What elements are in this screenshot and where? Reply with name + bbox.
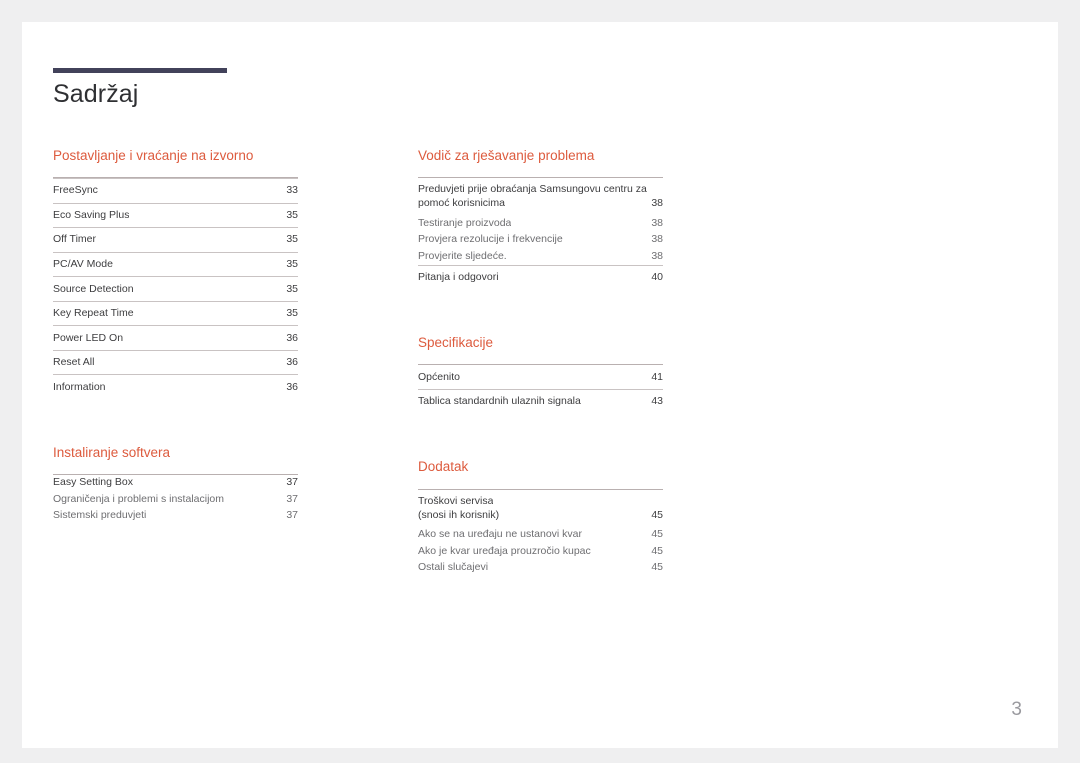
toc-entry-page: 45 [651, 560, 663, 573]
toc-entry-eco-saving-plus[interactable]: Eco Saving Plus 35 [53, 202, 298, 228]
toc-entry-page: 45 [651, 528, 663, 541]
toc-entry-page: 41 [651, 370, 663, 383]
toc-entry-page: 36 [286, 356, 298, 369]
toc-entry-label: Information [53, 380, 106, 393]
section-heading[interactable]: Instaliranje softvera [53, 445, 298, 464]
toc-entry-tablica-standardnih-ulaznih-signala[interactable]: Tablica standardnih ulaznih signala 43 [418, 388, 663, 414]
toc-entry-label: Pitanja i odgovori [418, 270, 499, 283]
toc-entry-label: Sistemski preduvjeti [53, 509, 147, 521]
toc-section-vodic-za-rjesavanje-problema: Vodič za rješavanje problema Preduvjeti p… [418, 148, 663, 289]
section-entry-list: Easy Setting Box 37 Ograničenja i problemi… [53, 474, 298, 524]
page-number: 3 [1011, 699, 1022, 720]
toc-section-specifikacije: Specifikacije Općenito 41 Tablica standardn… [418, 335, 663, 413]
toc-entry-page: 33 [286, 184, 298, 197]
section-entry-list: Preduvjeti prije obraćanja Samsungovu ce… [418, 177, 663, 289]
toc-entry-page: 37 [286, 492, 298, 505]
toc-entry-page: 38 [651, 197, 663, 210]
section-heading[interactable]: Vodič za rješavanje problema [418, 148, 663, 167]
toc-entry-label: Ostali slučajevi [418, 560, 489, 573]
toc-entry-label: Tablica standardnih ulaznih signala [418, 395, 581, 408]
toc-entry-ako-se-na-uredaju-ne-ustanovi-kvar[interactable]: Ako se na uređaju ne ustanovi kvar 45 [418, 527, 663, 543]
section-entry-list: Općenito 41 Tablica standardnih ulaznih si… [418, 364, 663, 413]
toc-entry-page: 37 [286, 509, 298, 521]
toc-entry-page: 37 [286, 476, 298, 489]
toc-entry-ostali-slucajevi[interactable]: Ostali slučajevi 45 [418, 560, 663, 576]
toc-entry-page: 38 [651, 249, 663, 262]
toc-entry-pomoc-korisnicima[interactable]: pomoć korisnicima 38 [418, 197, 663, 215]
toc-entry-page: 35 [286, 257, 298, 270]
toc-entry-label: Ako je kvar uređaja prouzročio kupac [418, 544, 591, 557]
toc-entry-source-detection[interactable]: Source Detection 35 [53, 276, 298, 301]
toc-entry-label: Power LED On [53, 331, 124, 344]
toc-entry-label: Provjera rezolucije i frekvencije [418, 233, 563, 246]
toc-entry-label: Easy Setting Box [53, 476, 133, 489]
toc-section-dodatak: Dodatak Troškovi servisa (snosi ih korisni… [418, 459, 663, 576]
masthead: Sadržaj [53, 68, 227, 107]
toc-entry-opcenito[interactable]: Općenito 41 [418, 365, 663, 389]
toc-entry-snosi-ih-korisnik[interactable]: (snosi ih korisnik) 45 [418, 509, 663, 527]
toc-entry-label: Reset All [53, 356, 95, 369]
toc-column-right: Vodič za rješavanje problema Preduvjeti p… [418, 148, 663, 576]
toc-entry-page: 35 [286, 307, 298, 320]
toc-entry-label: Ograničenja i problemi s instalacijom [53, 492, 224, 505]
section-heading[interactable]: Specifikacije [418, 335, 663, 354]
toc-entry-label: Off Timer [53, 233, 96, 246]
toc-entry-testiranje-proizvoda[interactable]: Testiranje proizvoda 38 [418, 216, 663, 232]
toc-entry-ako-je-kvar-uredaja-prouzrocio-kupac[interactable]: Ako je kvar uređaja prouzročio kupac 45 [418, 543, 663, 559]
toc-entry-label: pomoć korisnicima [418, 197, 505, 210]
section-entry-list: FreeSync 33 Eco Saving Plus 35 Off Timer 35 PC… [53, 177, 298, 399]
section-entry-list: Troškovi servisa (snosi ih korisnik) 45 Ako… [418, 488, 663, 576]
section-heading[interactable]: Postavljanje i vraćanje na izvorno [53, 148, 298, 167]
toc-entry-label: Key Repeat Time [53, 307, 134, 320]
document-page: Sadržaj Postavljanje i vraćanje na izvor… [22, 22, 1058, 748]
toc-entry-page: 40 [651, 270, 663, 283]
toc-entry-easy-setting-box[interactable]: Easy Setting Box 37 [53, 475, 298, 491]
title-rule [53, 68, 227, 73]
section-heading[interactable]: Dodatak [418, 459, 663, 478]
toc-entry-reset-all[interactable]: Reset All 36 [53, 349, 298, 375]
toc-entry-page: 35 [286, 233, 298, 246]
toc-entry-page: 35 [286, 208, 298, 221]
toc-entry-page: 36 [286, 380, 298, 393]
toc-entry-label: Troškovi servisa [418, 494, 494, 507]
toc-entry-page: 35 [286, 282, 298, 295]
toc-entry-provjerite-sljedece[interactable]: Provjerite sljedeće. 38 [418, 248, 663, 264]
toc-entry-label: Općenito [418, 370, 461, 383]
toc-entry-page: 38 [651, 233, 663, 246]
toc-entry-power-led-on[interactable]: Power LED On 36 [53, 325, 298, 350]
toc-entry-label: PC/AV Mode [53, 257, 113, 270]
toc-entry-page: 43 [651, 395, 663, 408]
toc-entry-preduvjeti-prije-obracanja-samsungovu-ce[interactable]: Preduvjeti prije obraćanja Samsungovu ce… [418, 178, 663, 197]
toc-entry-page: 45 [651, 508, 663, 521]
toc-entry-label: Source Detection [53, 282, 134, 295]
toc-entry-ogranicenja-i-problemi-s-instalacijom[interactable]: Ograničenja i problemi s instalacijom 37 [53, 491, 298, 507]
toc-entry-label: (snosi ih korisnik) [418, 508, 500, 521]
toc-entry-page: 36 [286, 331, 298, 344]
toc-entry-label: Ako se na uređaju ne ustanovi kvar [418, 528, 583, 541]
toc-entry-label: FreeSync [53, 184, 98, 197]
toc-entry-sistemski-preduvjeti[interactable]: Sistemski preduvjeti 37 [53, 508, 298, 524]
toc-entry-label: Provjerite sljedeće. [418, 249, 507, 262]
toc-entry-pitanja-i-odgovori[interactable]: Pitanja i odgovori 40 [418, 264, 663, 290]
toc-entry-page: 45 [651, 544, 663, 557]
toc-entry-freesync[interactable]: FreeSync 33 [53, 178, 298, 203]
toc-entry-key-repeat-time[interactable]: Key Repeat Time 35 [53, 300, 298, 326]
toc-entry-page: 38 [651, 216, 663, 229]
toc-entry-pc-av-mode[interactable]: PC/AV Mode 35 [53, 251, 298, 277]
toc-section-instaliranje-softvera: Instaliranje softvera Easy Setting Box 37 O… [53, 445, 298, 524]
toc-entry-label: Eco Saving Plus [53, 208, 130, 221]
toc-entry-off-timer[interactable]: Off Timer 35 [53, 227, 298, 252]
toc-entry-information[interactable]: Information 36 [53, 374, 298, 399]
toc-entry-label: Testiranje proizvoda [418, 216, 512, 229]
page-title: Sadržaj [53, 80, 139, 108]
toc-entry-troskovi-servisa[interactable]: Troškovi servisa [418, 490, 663, 509]
toc-column-left: Postavljanje i vraćanje na izvorno FreeSy… [53, 148, 298, 524]
toc-section-postavljanje-i-vracanje-na-izvorno: Postavljanje i vraćanje na izvorno FreeSy… [53, 148, 298, 399]
toc-entry-label: Preduvjeti prije obraćanja Samsungovu ce… [418, 183, 647, 196]
toc-entry-provjera-rezolucije-i-frekvencije[interactable]: Provjera rezolucije i frekvencije 38 [418, 232, 663, 248]
